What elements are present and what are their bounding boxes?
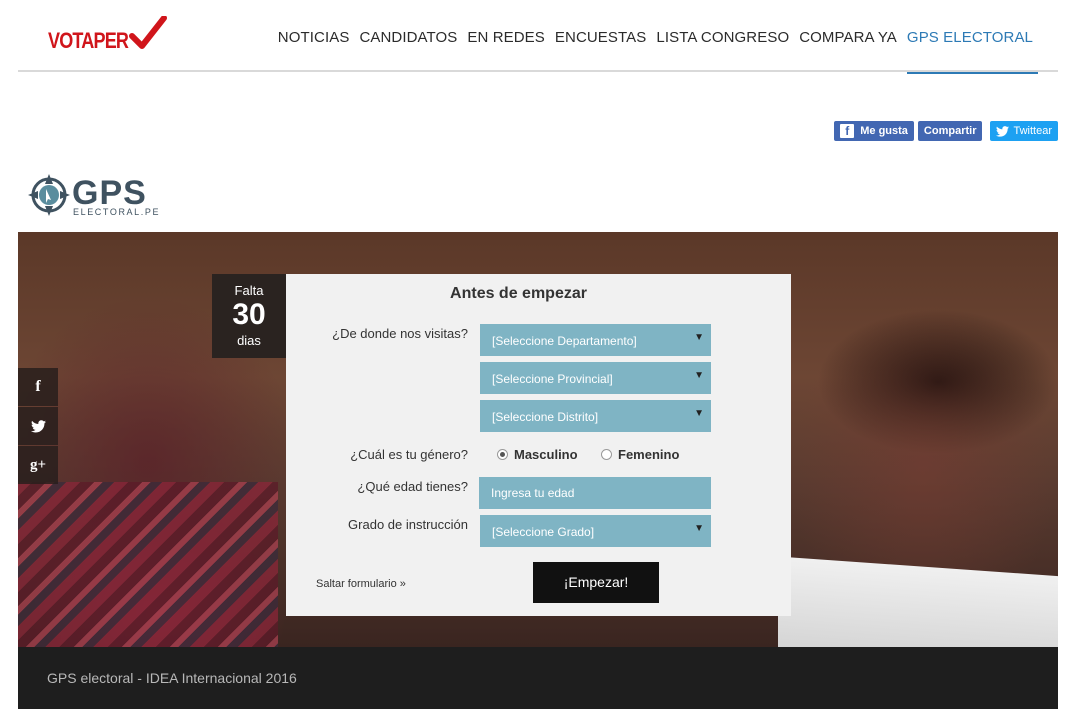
age-input[interactable]: Ingresa tu edad [479,477,711,509]
gps-subtitle: ELECTORAL.PE [73,207,161,217]
like-label: Me gusta [860,125,908,137]
facebook-like-button[interactable]: f Me gusta [834,121,914,141]
gender-label: ¿Cuál es tu género? [350,447,468,462]
location-label: ¿De donde nos visitas? [332,326,468,341]
province-select[interactable]: [Seleccione Provincial] ▼ [480,362,711,394]
countdown-label-top: Falta [234,283,264,298]
countdown-number: 30 [232,298,266,331]
start-button[interactable]: ¡Empezar! [533,562,659,603]
nav-lista-congreso[interactable]: LISTA CONGRESO [651,0,794,72]
facebook-share-button[interactable]: Compartir [917,121,983,141]
education-select[interactable]: [Seleccione Grado] ▼ [480,515,711,547]
province-select-value: [Seleccione Provincial] [492,372,613,386]
google-plus-side-button[interactable]: g+ [18,446,58,484]
checkmark-icon [129,16,167,49]
department-select-value: [Seleccione Departamento] [492,334,637,348]
signup-form-card: Antes de empezar ¿De donde nos visitas? … [286,274,791,616]
compass-icon [28,174,70,216]
nav-en-redes[interactable]: EN REDES [462,0,550,72]
skip-form-link[interactable]: Saltar formulario » [316,578,406,590]
countdown-label-bottom: dias [237,333,261,348]
site-header: VOTAPER NOTICIAS CANDIDATOS EN REDES ENC… [18,0,1058,74]
age-input-placeholder: Ingresa tu edad [491,486,575,500]
radio-unselected-icon [601,449,612,460]
logo-text: VOTAPER [48,28,129,53]
nav-candidatos[interactable]: CANDIDATOS [354,0,462,72]
caret-down-icon: ▼ [694,332,704,343]
tweet-button[interactable]: Twittear [990,121,1058,141]
department-select[interactable]: [Seleccione Departamento] ▼ [480,324,711,356]
form-title: Antes de empezar [450,285,587,302]
radio-selected-icon [497,449,508,460]
side-social-bar: f g+ [18,368,58,485]
twitter-icon [30,419,46,432]
nav-gps-electoral[interactable]: GPS ELECTORAL [902,0,1039,74]
facebook-side-button[interactable]: f [18,368,58,406]
countdown-badge: Falta 30 dias [212,274,286,358]
facebook-icon: f [840,124,855,138]
age-label: ¿Qué edad tienes? [357,479,468,494]
share-bar: f Me gusta Compartir Twittear [834,121,1058,141]
gender-option-femenino: Femenino [618,447,680,462]
main-nav: NOTICIAS CANDIDATOS EN REDES ENCUESTAS L… [273,0,1039,74]
tweet-label: Twittear [1013,125,1052,137]
caret-down-icon: ▼ [694,408,704,419]
facebook-icon: f [35,378,41,395]
caret-down-icon: ▼ [694,370,704,381]
twitter-bird-icon [996,125,1010,137]
gender-radio-masculino[interactable]: Masculino [497,447,578,462]
nav-compara-ya[interactable]: COMPARA YA [794,0,902,72]
district-select-value: [Seleccione Distrito] [492,410,599,424]
footer-copyright: GPS electoral - IDEA Internacional 2016 [47,670,297,686]
votaperu-logo[interactable]: VOTAPER [48,16,168,56]
caret-down-icon: ▼ [694,523,704,534]
google-plus-icon: g+ [29,456,47,473]
nav-encuestas[interactable]: ENCUESTAS [550,0,651,72]
education-label: Grado de instrucción [348,517,468,532]
district-select[interactable]: [Seleccione Distrito] ▼ [480,400,711,432]
education-select-value: [Seleccione Grado] [492,525,595,539]
hero-ballot-box [778,556,1058,647]
page: VOTAPER NOTICIAS CANDIDATOS EN REDES ENC… [0,0,1076,722]
hero-textile [18,482,278,647]
share-label: Compartir [923,125,977,137]
gps-electoral-logo[interactable]: GPS ELECTORAL.PE [26,170,166,220]
site-footer: GPS electoral - IDEA Internacional 2016 [18,647,1058,709]
gender-radio-femenino[interactable]: Femenino [601,447,679,462]
gender-option-masculino: Masculino [514,447,578,462]
twitter-side-button[interactable] [18,407,58,445]
nav-noticias[interactable]: NOTICIAS [273,0,355,72]
